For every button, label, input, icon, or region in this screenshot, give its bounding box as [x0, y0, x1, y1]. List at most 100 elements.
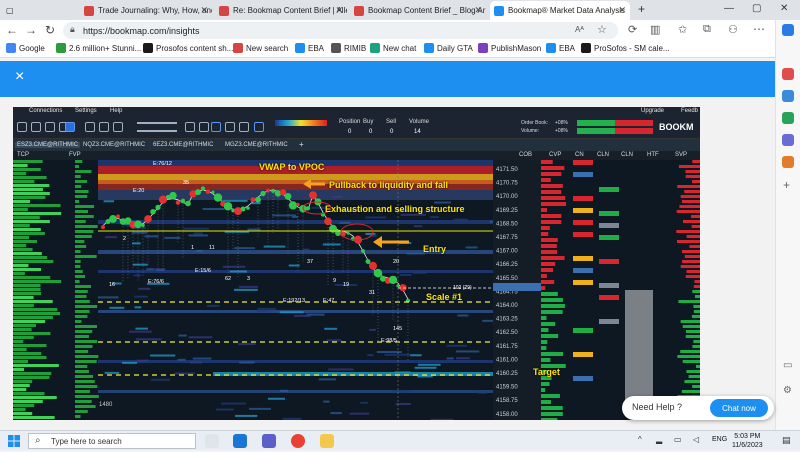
- tools-icon[interactable]: [782, 90, 794, 102]
- menu-settings[interactable]: Settings: [75, 108, 97, 114]
- fvp-bar: [75, 205, 95, 208]
- maximize-icon[interactable]: ▢: [752, 3, 761, 14]
- tab-instrument-6e[interactable]: 6EZ3.CME@RITHMIC: [153, 142, 213, 148]
- bookmark-new-search[interactable]: New search: [233, 43, 288, 53]
- svp-bar: [692, 290, 700, 293]
- chrome-icon[interactable]: [291, 434, 305, 448]
- network-icon[interactable]: ▂: [656, 435, 662, 444]
- collections-icon[interactable]: ⧉: [703, 23, 711, 36]
- modal-close-icon[interactable]: ×: [15, 68, 24, 86]
- edge-icon[interactable]: [233, 434, 247, 448]
- bookmark-rimib[interactable]: RIMIB: [331, 43, 366, 53]
- extensions-icon[interactable]: ⚇: [728, 23, 738, 36]
- games-icon[interactable]: [782, 112, 794, 124]
- sidebar-layout-icon[interactable]: ▭: [783, 360, 792, 371]
- tab-bookmap-content-brief-blog[interactable]: Bookmap Content Brief _ Blog Ar ✕: [350, 1, 486, 20]
- copilot-icon[interactable]: [782, 24, 794, 36]
- sidebar-settings-icon[interactable]: ⚙: [783, 385, 792, 396]
- cursor-tool-icon[interactable]: [65, 122, 75, 132]
- teams-icon[interactable]: [262, 434, 276, 448]
- favorites-icon[interactable]: ✩: [678, 23, 687, 36]
- heat-cell: [138, 287, 151, 290]
- tab-instrument-es[interactable]: ESZ3.CME@RITHMIC: [15, 142, 81, 148]
- bookmark-stunning[interactable]: 2.6 million+ Stunni...: [56, 43, 141, 53]
- bookmark-eba[interactable]: EBA: [295, 43, 324, 53]
- split-screen-icon[interactable]: ▥: [650, 23, 660, 36]
- monitor-icon[interactable]: ▭: [674, 435, 682, 444]
- clock-icon[interactable]: [225, 122, 235, 132]
- profile-bar: [13, 176, 47, 179]
- office-icon[interactable]: [782, 134, 794, 146]
- tab-actions-icon[interactable]: ▢: [2, 1, 16, 20]
- clock[interactable]: 5:03 PM 11/6/2023: [732, 432, 763, 450]
- pencil-icon[interactable]: [185, 122, 195, 132]
- bookmark-publishmason[interactable]: PublishMason: [478, 43, 541, 53]
- contrast-slider[interactable]: [137, 122, 177, 124]
- menu-connections[interactable]: Connections: [29, 108, 62, 114]
- bookmark-new-chat[interactable]: New chat: [370, 43, 416, 53]
- tab-close-icon[interactable]: ✕: [618, 5, 626, 16]
- zoom-in-icon[interactable]: [17, 122, 27, 132]
- notification-icon[interactable]: ▤: [782, 435, 791, 446]
- forward-arrow-icon[interactable]: →: [23, 23, 39, 37]
- taskbar-search-input[interactable]: ⌕ Type here to search: [28, 433, 196, 449]
- tab-close-icon[interactable]: ✕: [474, 5, 482, 16]
- back-arrow-icon[interactable]: ←: [4, 23, 20, 37]
- window-close-icon[interactable]: ✕: [780, 3, 788, 14]
- trade-bubble: [175, 200, 181, 205]
- zoom-reset-icon[interactable]: [45, 122, 55, 132]
- bookmark-prosofos-content[interactable]: Prosofos content sh...: [143, 43, 233, 53]
- upgrade-link[interactable]: Upgrade: [641, 108, 664, 114]
- outlook-icon[interactable]: [782, 156, 794, 168]
- minimize-icon[interactable]: —: [724, 3, 734, 14]
- heatmap-gradient[interactable]: [275, 120, 327, 126]
- profile-bar: [13, 364, 59, 367]
- tab-instrument-nq[interactable]: NQZ3.CME@RITHMIC: [83, 142, 145, 148]
- link-icon[interactable]: [113, 122, 123, 132]
- heat-cell: [412, 271, 427, 274]
- line-tool-icon[interactable]: [199, 122, 209, 132]
- cn-cell: [573, 232, 593, 237]
- layers-icon[interactable]: [99, 122, 109, 132]
- profile-bar: [13, 204, 61, 207]
- file-explorer-icon[interactable]: [320, 434, 334, 448]
- add-instrument-icon[interactable]: +: [299, 140, 304, 149]
- url-field[interactable]: 🔒︎ https://bookmap.com/insights: [63, 22, 618, 39]
- more-menu-icon[interactable]: ⋯: [753, 22, 765, 36]
- refresh-icon[interactable]: ↻: [42, 23, 58, 37]
- lock-tool-icon[interactable]: [254, 122, 264, 132]
- chat-now-button[interactable]: Chat now: [710, 399, 768, 417]
- task-view-icon[interactable]: [205, 434, 219, 448]
- brush-icon[interactable]: [85, 122, 95, 132]
- bookmark-google[interactable]: Google: [6, 43, 45, 53]
- reload-icon[interactable]: ⟳: [628, 23, 637, 36]
- tab-re-bookmap-content-brief[interactable]: Re: Bookmap Content Brief | Alle ✕: [215, 1, 347, 20]
- bookmark-prosofos-sm[interactable]: ProSofos - SM cale...: [581, 43, 670, 53]
- menu-help[interactable]: Help: [110, 108, 122, 114]
- crosshair-icon[interactable]: [211, 122, 221, 132]
- heatmap-chart[interactable]: 4171.50 4170.75 4170.00 4169.25 4168.50 4167.…: [13, 160, 700, 420]
- tab-close-icon[interactable]: ✕: [335, 5, 343, 16]
- tab-bookmap-market-data[interactable]: Bookmap® Market Data Analysis ✕: [490, 1, 630, 20]
- tab-instrument-mg[interactable]: MGZ3.CME@RITHMIC: [225, 142, 288, 148]
- windows-start-icon[interactable]: [8, 434, 20, 447]
- favorite-star-icon[interactable]: ☆: [597, 23, 607, 36]
- zoom-out-icon[interactable]: [31, 122, 41, 132]
- heat-cell: [257, 307, 277, 310]
- tab-trade-journaling[interactable]: Trade Journaling: Why, How, and ✕: [80, 1, 212, 20]
- volume-ratio-label: Volume:: [521, 128, 540, 134]
- tray-chevron-icon[interactable]: ^: [638, 435, 642, 444]
- volume-icon[interactable]: ◁: [693, 435, 699, 444]
- shopping-icon[interactable]: [782, 68, 794, 80]
- bookmark-daily-gta[interactable]: Daily GTA: [424, 43, 473, 53]
- read-aloud-icon[interactable]: Aᴬ: [575, 25, 584, 34]
- cn-cell: [573, 280, 593, 285]
- sidebar-add-icon[interactable]: +: [783, 178, 790, 192]
- language-indicator[interactable]: ENG: [712, 436, 727, 443]
- replay-icon[interactable]: [239, 122, 249, 132]
- brightness-slider[interactable]: [137, 130, 177, 132]
- feedback-link[interactable]: Feedb: [681, 108, 698, 114]
- bookmark-eba-2[interactable]: EBA: [546, 43, 575, 53]
- tab-close-icon[interactable]: ✕: [200, 5, 208, 16]
- new-tab-icon[interactable]: +: [638, 2, 645, 16]
